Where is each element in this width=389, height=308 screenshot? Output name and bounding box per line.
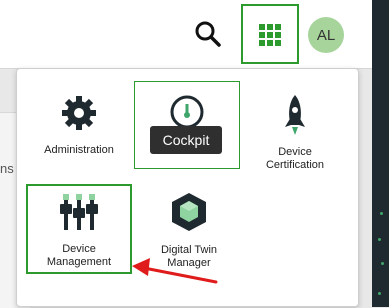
background-strip xyxy=(372,0,389,307)
app-label: Administration xyxy=(44,144,114,156)
annotation-arrow xyxy=(132,258,218,284)
app-label: Device Certification xyxy=(265,146,325,171)
app-tile-cockpit[interactable] xyxy=(134,81,240,169)
app-switcher-button[interactable] xyxy=(241,4,299,64)
search-button[interactable] xyxy=(192,18,224,50)
search-icon xyxy=(195,21,221,47)
app-tile-device-certification[interactable]: Device Certification xyxy=(245,87,345,177)
top-bar: AL xyxy=(0,0,372,69)
background-text: ns xyxy=(0,161,14,176)
app-label: Device Management xyxy=(46,243,112,268)
grid-icon xyxy=(259,24,281,46)
app-tile-administration[interactable]: Administration xyxy=(31,87,127,167)
rocket-icon xyxy=(285,95,305,135)
cube-icon xyxy=(172,193,206,231)
sliders-icon xyxy=(60,194,98,230)
tooltip: Cockpit xyxy=(150,126,222,154)
avatar[interactable]: AL xyxy=(308,17,344,53)
app-tile-device-management[interactable]: Device Management xyxy=(26,184,132,274)
gear-icon xyxy=(62,96,96,130)
